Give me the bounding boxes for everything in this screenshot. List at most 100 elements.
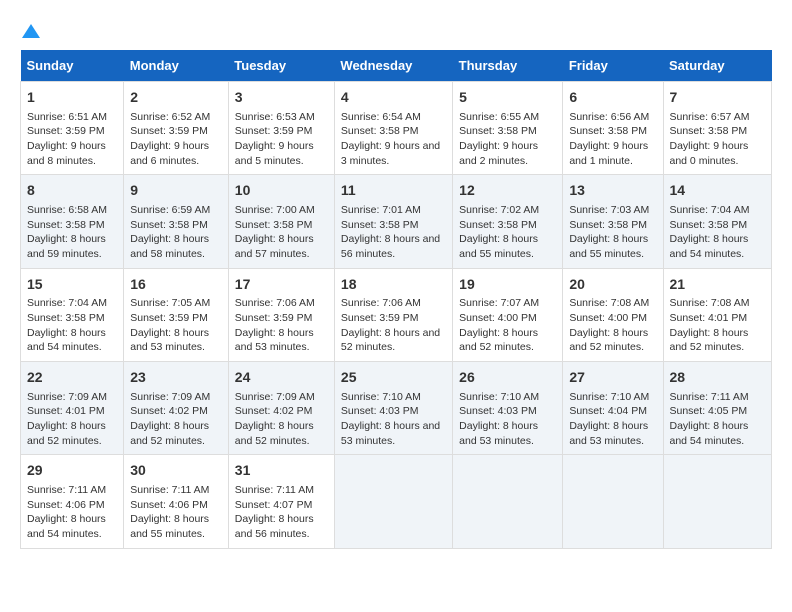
calendar-cell: 19Sunrise: 7:07 AMSunset: 4:00 PMDayligh… bbox=[453, 268, 563, 361]
daylight-text: Daylight: 8 hours and 53 minutes. bbox=[341, 420, 440, 447]
day-number: 15 bbox=[27, 275, 117, 295]
sunrise-text: Sunrise: 7:08 AM bbox=[569, 297, 649, 309]
sunset-text: Sunset: 3:59 PM bbox=[235, 312, 313, 324]
daylight-text: Daylight: 9 hours and 8 minutes. bbox=[27, 140, 106, 167]
header-day-monday: Monday bbox=[124, 50, 229, 82]
sunset-text: Sunset: 4:00 PM bbox=[569, 312, 647, 324]
day-number: 21 bbox=[670, 275, 766, 295]
sunrise-text: Sunrise: 7:01 AM bbox=[341, 204, 421, 216]
daylight-text: Daylight: 8 hours and 54 minutes. bbox=[27, 513, 106, 540]
calendar-cell: 31Sunrise: 7:11 AMSunset: 4:07 PMDayligh… bbox=[228, 455, 334, 548]
sunset-text: Sunset: 3:58 PM bbox=[27, 219, 105, 231]
day-number: 22 bbox=[27, 368, 117, 388]
page-header bbox=[20, 20, 772, 40]
sunrise-text: Sunrise: 7:02 AM bbox=[459, 204, 539, 216]
daylight-text: Daylight: 8 hours and 56 minutes. bbox=[341, 233, 440, 260]
calendar-cell: 9Sunrise: 6:59 AMSunset: 3:58 PMDaylight… bbox=[124, 175, 229, 268]
calendar-cell: 2Sunrise: 6:52 AMSunset: 3:59 PMDaylight… bbox=[124, 82, 229, 175]
calendar-cell: 7Sunrise: 6:57 AMSunset: 3:58 PMDaylight… bbox=[663, 82, 772, 175]
logo-bird-icon bbox=[22, 22, 40, 40]
day-number: 11 bbox=[341, 181, 446, 201]
sunrise-text: Sunrise: 6:52 AM bbox=[130, 111, 210, 123]
daylight-text: Daylight: 9 hours and 5 minutes. bbox=[235, 140, 314, 167]
daylight-text: Daylight: 8 hours and 52 minutes. bbox=[569, 327, 648, 354]
logo bbox=[20, 20, 40, 40]
sunrise-text: Sunrise: 7:09 AM bbox=[235, 391, 315, 403]
day-number: 4 bbox=[341, 88, 446, 108]
calendar-cell bbox=[563, 455, 663, 548]
calendar-cell: 15Sunrise: 7:04 AMSunset: 3:58 PMDayligh… bbox=[21, 268, 124, 361]
daylight-text: Daylight: 8 hours and 53 minutes. bbox=[130, 327, 209, 354]
day-number: 28 bbox=[670, 368, 766, 388]
calendar-body: 1Sunrise: 6:51 AMSunset: 3:59 PMDaylight… bbox=[21, 82, 772, 549]
calendar-cell: 5Sunrise: 6:55 AMSunset: 3:58 PMDaylight… bbox=[453, 82, 563, 175]
sunset-text: Sunset: 3:58 PM bbox=[459, 125, 537, 137]
sunrise-text: Sunrise: 7:06 AM bbox=[341, 297, 421, 309]
day-number: 3 bbox=[235, 88, 328, 108]
calendar-cell: 30Sunrise: 7:11 AMSunset: 4:06 PMDayligh… bbox=[124, 455, 229, 548]
daylight-text: Daylight: 9 hours and 2 minutes. bbox=[459, 140, 538, 167]
week-row-4: 22 Sunrise: 7:09 AM Sunset: 4:01 PM Dayligh… bbox=[21, 362, 772, 455]
sunrise-text: Sunrise: 6:59 AM bbox=[130, 204, 210, 216]
header-day-tuesday: Tuesday bbox=[228, 50, 334, 82]
daylight-text: Daylight: 8 hours and 56 minutes. bbox=[235, 513, 314, 540]
week-row-2: 8 Sunrise: 6:58 AM Sunset: 3:58 PM Daylight… bbox=[21, 175, 772, 268]
calendar-cell: 25Sunrise: 7:10 AMSunset: 4:03 PMDayligh… bbox=[334, 362, 452, 455]
daylight-text: Daylight: 8 hours and 59 minutes. bbox=[27, 233, 106, 260]
day-number: 31 bbox=[235, 461, 328, 481]
sunrise-text: Sunrise: 7:10 AM bbox=[569, 391, 649, 403]
week-row-5: 29 Sunrise: 7:11 AM Sunset: 4:06 PM Dayligh… bbox=[21, 455, 772, 548]
daylight-text: Daylight: 8 hours and 54 minutes. bbox=[670, 233, 749, 260]
daylight-text: Daylight: 8 hours and 52 minutes. bbox=[27, 420, 106, 447]
sunset-text: Sunset: 3:58 PM bbox=[341, 125, 419, 137]
sunset-text: Sunset: 3:59 PM bbox=[235, 125, 313, 137]
sunset-text: Sunset: 4:01 PM bbox=[27, 405, 105, 417]
day-number: 7 bbox=[670, 88, 766, 108]
daylight-text: Daylight: 8 hours and 52 minutes. bbox=[459, 327, 538, 354]
day-number: 10 bbox=[235, 181, 328, 201]
day-number: 17 bbox=[235, 275, 328, 295]
calendar-cell: 28Sunrise: 7:11 AMSunset: 4:05 PMDayligh… bbox=[663, 362, 772, 455]
day-number: 16 bbox=[130, 275, 222, 295]
sunset-text: Sunset: 3:58 PM bbox=[569, 219, 647, 231]
sunset-text: Sunset: 3:59 PM bbox=[27, 125, 105, 137]
day-number: 8 bbox=[27, 181, 117, 201]
calendar-cell: 27Sunrise: 7:10 AMSunset: 4:04 PMDayligh… bbox=[563, 362, 663, 455]
calendar-cell: 17Sunrise: 7:06 AMSunset: 3:59 PMDayligh… bbox=[228, 268, 334, 361]
day-number: 14 bbox=[670, 181, 766, 201]
daylight-text: Daylight: 8 hours and 53 minutes. bbox=[235, 327, 314, 354]
sunrise-text: Sunrise: 6:51 AM bbox=[27, 111, 107, 123]
day-number: 13 bbox=[569, 181, 656, 201]
sunrise-text: Sunrise: 6:56 AM bbox=[569, 111, 649, 123]
calendar-cell: 8 Sunrise: 6:58 AM Sunset: 3:58 PM Daylight… bbox=[21, 175, 124, 268]
day-number: 30 bbox=[130, 461, 222, 481]
sunset-text: Sunset: 4:06 PM bbox=[27, 499, 105, 511]
sunset-text: Sunset: 3:58 PM bbox=[341, 219, 419, 231]
daylight-text: Daylight: 8 hours and 57 minutes. bbox=[235, 233, 314, 260]
daylight-text: Daylight: 8 hours and 54 minutes. bbox=[27, 327, 106, 354]
calendar-cell: 23Sunrise: 7:09 AMSunset: 4:02 PMDayligh… bbox=[124, 362, 229, 455]
calendar-cell: 22Sunrise: 7:09 AMSunset: 4:01 PMDayligh… bbox=[21, 362, 124, 455]
daylight-text: Daylight: 8 hours and 53 minutes. bbox=[569, 420, 648, 447]
sunrise-text: Sunrise: 6:58 AM bbox=[27, 204, 107, 216]
calendar-cell: 26Sunrise: 7:10 AMSunset: 4:03 PMDayligh… bbox=[453, 362, 563, 455]
calendar-cell: 13Sunrise: 7:03 AMSunset: 3:58 PMDayligh… bbox=[563, 175, 663, 268]
sunset-text: Sunset: 3:58 PM bbox=[235, 219, 313, 231]
header-row: SundayMondayTuesdayWednesdayThursdayFrid… bbox=[21, 50, 772, 82]
sunrise-text: Sunrise: 6:57 AM bbox=[670, 111, 750, 123]
sunset-text: Sunset: 3:58 PM bbox=[27, 312, 105, 324]
day-number: 29 bbox=[27, 461, 117, 481]
day-number: 18 bbox=[341, 275, 446, 295]
header-day-friday: Friday bbox=[563, 50, 663, 82]
sunset-text: Sunset: 4:02 PM bbox=[130, 405, 208, 417]
sunset-text: Sunset: 4:03 PM bbox=[459, 405, 537, 417]
sunrise-text: Sunrise: 6:54 AM bbox=[341, 111, 421, 123]
daylight-text: Daylight: 8 hours and 54 minutes. bbox=[670, 420, 749, 447]
day-number: 27 bbox=[569, 368, 656, 388]
day-number: 20 bbox=[569, 275, 656, 295]
daylight-text: Daylight: 8 hours and 55 minutes. bbox=[130, 513, 209, 540]
sunset-text: Sunset: 4:00 PM bbox=[459, 312, 537, 324]
calendar-cell: 20 Sunrise: 7:08 AM Sunset: 4:00 PM Dayligh… bbox=[563, 268, 663, 361]
sunset-text: Sunset: 3:58 PM bbox=[459, 219, 537, 231]
sunrise-text: Sunrise: 7:11 AM bbox=[27, 484, 106, 496]
